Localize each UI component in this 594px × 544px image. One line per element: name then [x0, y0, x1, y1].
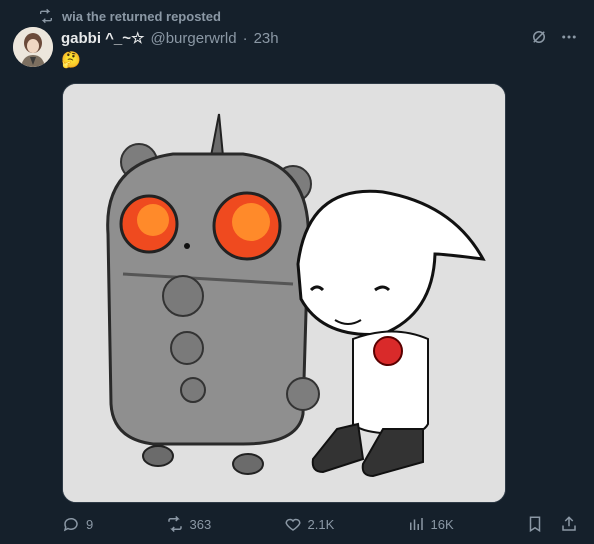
repost-button[interactable]: 363: [166, 515, 212, 533]
reply-button[interactable]: 9: [62, 515, 93, 533]
author-handle[interactable]: @burgerwrld: [150, 30, 236, 47]
more-icon[interactable]: [560, 28, 578, 46]
reply-count: 9: [86, 516, 94, 532]
robot-bear-illustration: [106, 113, 320, 475]
timestamp[interactable]: 23h: [254, 30, 279, 47]
tweet-action-bar: 9 363 2.1K 16K: [62, 512, 578, 536]
repost-count: 363: [189, 516, 212, 532]
top-actions: [530, 28, 578, 46]
tweet-header: gabbi ^_~☆ @burgerwrld · 23h: [61, 28, 279, 48]
repost-icon: [38, 8, 54, 24]
like-count: 2.1K: [307, 516, 335, 532]
heart-icon: [284, 515, 302, 533]
share-icon[interactable]: [560, 515, 578, 533]
views-button[interactable]: 16K: [407, 515, 454, 533]
avatar[interactable]: [13, 27, 53, 67]
repost-action-icon: [166, 515, 184, 533]
bookmark-icon[interactable]: [526, 515, 544, 533]
reply-icon: [62, 515, 80, 533]
grok-icon[interactable]: [530, 28, 548, 46]
separator-dot: ·: [242, 29, 248, 47]
views-icon: [407, 515, 425, 533]
author-name[interactable]: gabbi ^_~☆: [61, 29, 144, 47]
like-button[interactable]: 2.1K: [284, 515, 335, 533]
views-count: 16K: [430, 516, 454, 532]
secondary-actions: [526, 515, 578, 533]
tweet-text: 🤔: [61, 52, 81, 69]
repost-text: wia the returned reposted: [62, 8, 221, 24]
tweet-media-image[interactable]: [62, 83, 506, 503]
repost-indicator[interactable]: wia the returned reposted: [38, 6, 221, 26]
